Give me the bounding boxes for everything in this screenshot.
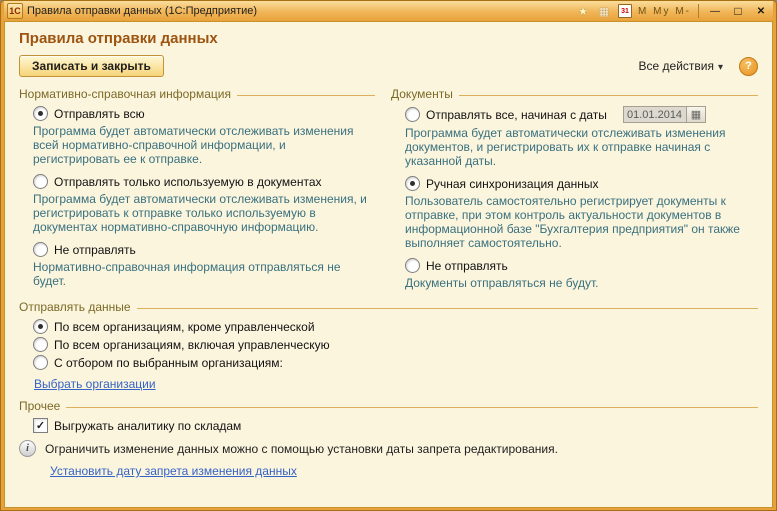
- radio-label: По всем организациям, кроме управленческ…: [54, 320, 315, 334]
- nsi-send-all-description: Программа будет автоматически отслеживат…: [19, 124, 375, 166]
- form-client-area: Правила отправки данных Записать и закры…: [4, 21, 773, 508]
- nsi-dont-send-description: Нормативно-справочная информация отправл…: [19, 260, 375, 288]
- other-group-header: Прочее: [19, 399, 758, 413]
- calendar-icon[interactable]: 31: [617, 4, 633, 19]
- radio-nsi-send-all[interactable]: Отправлять всю: [19, 106, 375, 121]
- nsi-send-used-only-description: Программа будет автоматически отслеживат…: [19, 192, 375, 234]
- titlebar[interactable]: 1С Правила отправки данных (1С:Предприят…: [4, 1, 773, 21]
- radio-button[interactable]: [33, 174, 48, 189]
- radio-orgs-selected[interactable]: С отбором по выбранным организациям:: [19, 355, 758, 370]
- radio-label: Отправлять только используемую в докумен…: [54, 175, 322, 189]
- favorites-star-icon[interactable]: [575, 4, 591, 19]
- group-rule: [459, 95, 758, 96]
- table-icon[interactable]: [596, 4, 612, 19]
- select-organizations-row: Выбрать организации: [19, 375, 758, 393]
- group-rule: [137, 308, 758, 309]
- all-actions-button[interactable]: Все действия: [635, 57, 728, 75]
- radio-docs-dont-send[interactable]: Не отправлять: [391, 258, 758, 273]
- radio-label: Отправлять все, начиная с даты: [426, 108, 607, 122]
- radio-button[interactable]: [405, 176, 420, 191]
- radio-docs-send-from-date[interactable]: Отправлять все, начиная с даты: [391, 106, 758, 123]
- radio-button[interactable]: [405, 107, 420, 122]
- docs-send-from-date-description: Программа будет автоматически отслеживат…: [391, 126, 758, 168]
- minimize-button[interactable]: [706, 4, 724, 19]
- send-data-group-header: Отправлять данные: [19, 300, 758, 314]
- radio-nsi-dont-send[interactable]: Не отправлять: [19, 242, 375, 257]
- command-bar: Записать и закрыть Все действия ?: [19, 55, 758, 77]
- page-title: Правила отправки данных: [19, 30, 758, 47]
- checkbox-export-warehouse-analytics[interactable]: Выгружать аналитику по складам: [19, 418, 758, 433]
- maximize-button[interactable]: [729, 4, 747, 19]
- nsi-group-header: Нормативно-справочная информация: [19, 87, 375, 101]
- start-date-field: [623, 106, 706, 123]
- titlebar-extra-text: М Му М-: [638, 6, 691, 17]
- info-row: i Ограничить изменение данных можно с по…: [19, 440, 758, 457]
- radio-button[interactable]: [33, 106, 48, 121]
- save-and-close-button[interactable]: Записать и закрыть: [19, 55, 164, 77]
- section-other: Прочее Выгружать аналитику по складам i …: [19, 399, 758, 480]
- radio-label: Отправлять всю: [54, 107, 145, 121]
- date-picker-button[interactable]: [687, 106, 706, 123]
- radio-button[interactable]: [33, 355, 48, 370]
- checkbox[interactable]: [33, 418, 48, 433]
- checkbox-label: Выгружать аналитику по складам: [54, 419, 241, 433]
- radio-label: С отбором по выбранным организациям:: [54, 356, 283, 370]
- radio-button[interactable]: [33, 337, 48, 352]
- group-rule: [237, 95, 375, 96]
- chevron-down-icon: [718, 59, 723, 73]
- radio-button[interactable]: [405, 258, 420, 273]
- documents-group-title: Документы: [391, 87, 453, 101]
- app-window: 1С Правила отправки данных (1С:Предприят…: [0, 0, 777, 511]
- docs-dont-send-description: Документы отправляться не будут.: [391, 276, 758, 290]
- all-actions-label: Все действия: [639, 59, 714, 73]
- radio-label: Ручная синхронизация данных: [426, 177, 599, 191]
- set-data-change-ban-date-link[interactable]: Установить дату запрета изменения данных: [50, 464, 297, 478]
- close-button[interactable]: [752, 4, 770, 19]
- radio-orgs-all-except-management[interactable]: По всем организациям, кроме управленческ…: [19, 319, 758, 334]
- radio-label: По всем организациям, включая управленче…: [54, 338, 330, 352]
- start-date-input[interactable]: [623, 106, 687, 123]
- app-icon-1c: 1С: [7, 3, 23, 19]
- radio-label: Не отправлять: [54, 243, 136, 257]
- set-ban-date-row: Установить дату запрета изменения данных: [19, 462, 758, 480]
- help-button[interactable]: ?: [739, 57, 758, 76]
- send-data-group-title: Отправлять данные: [19, 300, 131, 314]
- calendar-31-glyph: 31: [618, 4, 632, 18]
- section-nsi: Нормативно-справочная информация Отправл…: [19, 85, 375, 298]
- section-send-data: Отправлять данные По всем организациям, …: [19, 300, 758, 393]
- radio-button[interactable]: [33, 242, 48, 257]
- radio-label: Не отправлять: [426, 259, 508, 273]
- group-rule: [66, 407, 758, 408]
- info-icon: i: [19, 440, 36, 457]
- nsi-group-title: Нормативно-справочная информация: [19, 87, 231, 101]
- radio-docs-manual-sync[interactable]: Ручная синхронизация данных: [391, 176, 758, 191]
- window-title: Правила отправки данных (1С:Предприятие): [27, 5, 257, 17]
- command-bar-right: Все действия ?: [635, 57, 759, 76]
- top-columns: Нормативно-справочная информация Отправл…: [19, 85, 758, 298]
- section-documents: Документы Отправлять все, начиная с даты…: [391, 85, 758, 298]
- radio-nsi-send-used-only[interactable]: Отправлять только используемую в докумен…: [19, 174, 375, 189]
- radio-button[interactable]: [33, 319, 48, 334]
- calendar-picker-icon: [691, 108, 701, 121]
- select-organizations-link[interactable]: Выбрать организации: [34, 377, 156, 391]
- other-group-title: Прочее: [19, 399, 60, 413]
- radio-orgs-all-including-management[interactable]: По всем организациям, включая управленче…: [19, 337, 758, 352]
- documents-group-header: Документы: [391, 87, 758, 101]
- docs-manual-sync-description: Пользователь самостоятельно регистрирует…: [391, 194, 758, 250]
- info-text: Ограничить изменение данных можно с помо…: [45, 442, 558, 456]
- titlebar-controls: 31 М Му М-: [575, 4, 770, 19]
- titlebar-divider: [698, 4, 699, 18]
